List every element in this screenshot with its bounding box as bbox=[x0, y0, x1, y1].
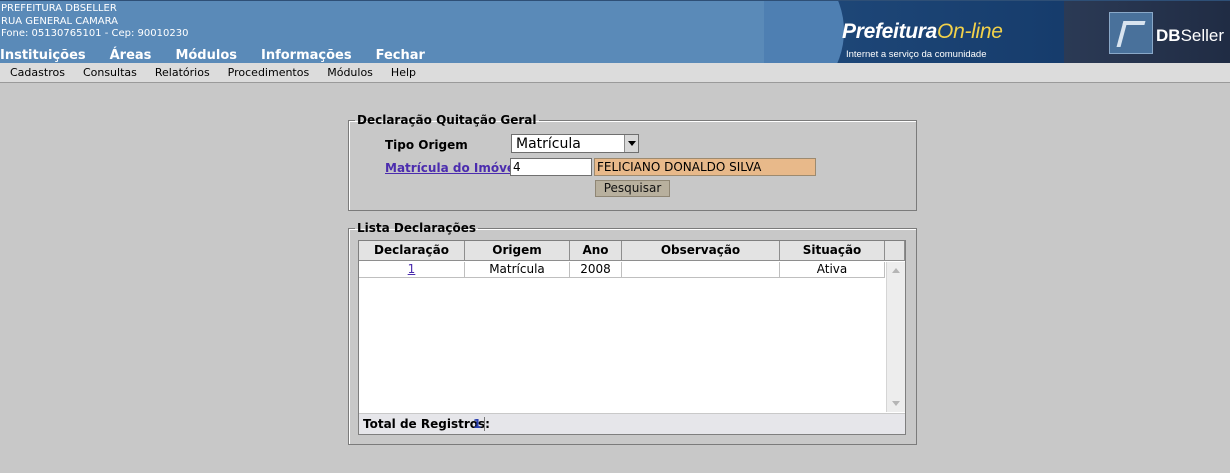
col-header-declaracao[interactable]: Declaração bbox=[359, 241, 465, 261]
col-header-spacer bbox=[885, 241, 905, 261]
top-navigation: Instituições Áreas Módulos Informações F… bbox=[0, 48, 449, 63]
col-header-ano[interactable]: Ano bbox=[570, 241, 622, 261]
proprietario-nome-field: FELICIANO DONALDO SILVA bbox=[594, 158, 816, 176]
org-name: PREFEITURA DBSELLER bbox=[1, 3, 117, 14]
nav-fechar[interactable]: Fechar bbox=[376, 48, 425, 63]
dbseller-logo-icon bbox=[1109, 12, 1153, 54]
cell-observacao bbox=[622, 262, 780, 278]
scroll-up-arrow-icon[interactable] bbox=[892, 268, 900, 273]
banner-subtitle: Internet a serviço da comunidade bbox=[846, 49, 987, 60]
nav-areas[interactable]: Áreas bbox=[110, 48, 152, 63]
matricula-input[interactable]: 4 bbox=[510, 158, 592, 176]
cell-origem: Matrícula bbox=[465, 262, 570, 278]
menu-relatorios[interactable]: Relatórios bbox=[155, 66, 210, 79]
banner-title-accent: On-line bbox=[937, 20, 1003, 43]
org-info: PREFEITURA DBSELLER RUA GENERAL CAMARA F… bbox=[1, 3, 188, 41]
tipo-origem-select[interactable]: Matrícula bbox=[511, 134, 639, 153]
banner-title: PrefeituraOn-line bbox=[842, 20, 1003, 44]
dbseller-banner: DBSeller bbox=[1064, 1, 1230, 64]
col-header-situacao[interactable]: Situação bbox=[780, 241, 885, 261]
col-header-origem[interactable]: Origem bbox=[465, 241, 570, 261]
tipo-origem-value: Matrícula bbox=[516, 136, 581, 152]
col-header-observacao[interactable]: Observação bbox=[622, 241, 780, 261]
menu-procedimentos[interactable]: Procedimentos bbox=[228, 66, 310, 79]
cell-declaracao-link[interactable]: 1 bbox=[359, 262, 465, 278]
total-registros-label: Total de Registros: bbox=[363, 417, 490, 431]
nav-instituicoes[interactable]: Instituições bbox=[0, 48, 86, 63]
menu-bar: Cadastros Consultas Relatórios Procedime… bbox=[0, 63, 1230, 83]
declaracao-legend: Declaração Quitação Geral bbox=[357, 113, 537, 127]
brand-db: DB bbox=[1156, 26, 1181, 45]
app-header: PREFEITURA DBSELLER RUA GENERAL CAMARA F… bbox=[0, 0, 1230, 64]
dbseller-wordmark: DBSeller bbox=[1156, 26, 1224, 46]
tipo-origem-label: Tipo Origem bbox=[385, 138, 468, 152]
chevron-down-icon[interactable] bbox=[624, 135, 638, 152]
org-address: RUA GENERAL CAMARA bbox=[1, 15, 118, 27]
nav-modulos[interactable]: Módulos bbox=[175, 48, 237, 63]
grid-footer: Total de Registros: 1 bbox=[359, 413, 905, 434]
menu-help[interactable]: Help bbox=[391, 66, 416, 79]
grid-scrollbar[interactable] bbox=[886, 262, 905, 412]
pesquisar-button[interactable]: Pesquisar bbox=[595, 180, 670, 197]
nav-informacoes[interactable]: Informações bbox=[261, 48, 352, 63]
menu-modulos[interactable]: Módulos bbox=[327, 66, 373, 79]
declaracoes-grid: Declaração Origem Ano Observação Situaçã… bbox=[358, 240, 906, 435]
cell-situacao: Ativa bbox=[780, 262, 885, 278]
scroll-down-arrow-icon[interactable] bbox=[892, 401, 900, 406]
cell-ano: 2008 bbox=[570, 262, 622, 278]
banner-title-main: Prefeitura bbox=[842, 20, 938, 43]
brand-seller: Seller bbox=[1180, 26, 1225, 45]
lista-legend: Lista Declarações bbox=[357, 221, 476, 235]
banner-swoosh bbox=[764, 1, 844, 64]
menu-cadastros[interactable]: Cadastros bbox=[10, 66, 65, 79]
org-contact: Fone: 05130765101 - Cep: 90010230 bbox=[1, 28, 189, 39]
total-registros-value: 1 bbox=[473, 417, 486, 431]
matricula-imovel-link[interactable]: Matrícula do Imóvel: bbox=[385, 161, 524, 175]
prefeitura-online-banner: PrefeituraOn-line Internet a serviço da … bbox=[764, 1, 1064, 64]
menu-consultas[interactable]: Consultas bbox=[83, 66, 137, 79]
